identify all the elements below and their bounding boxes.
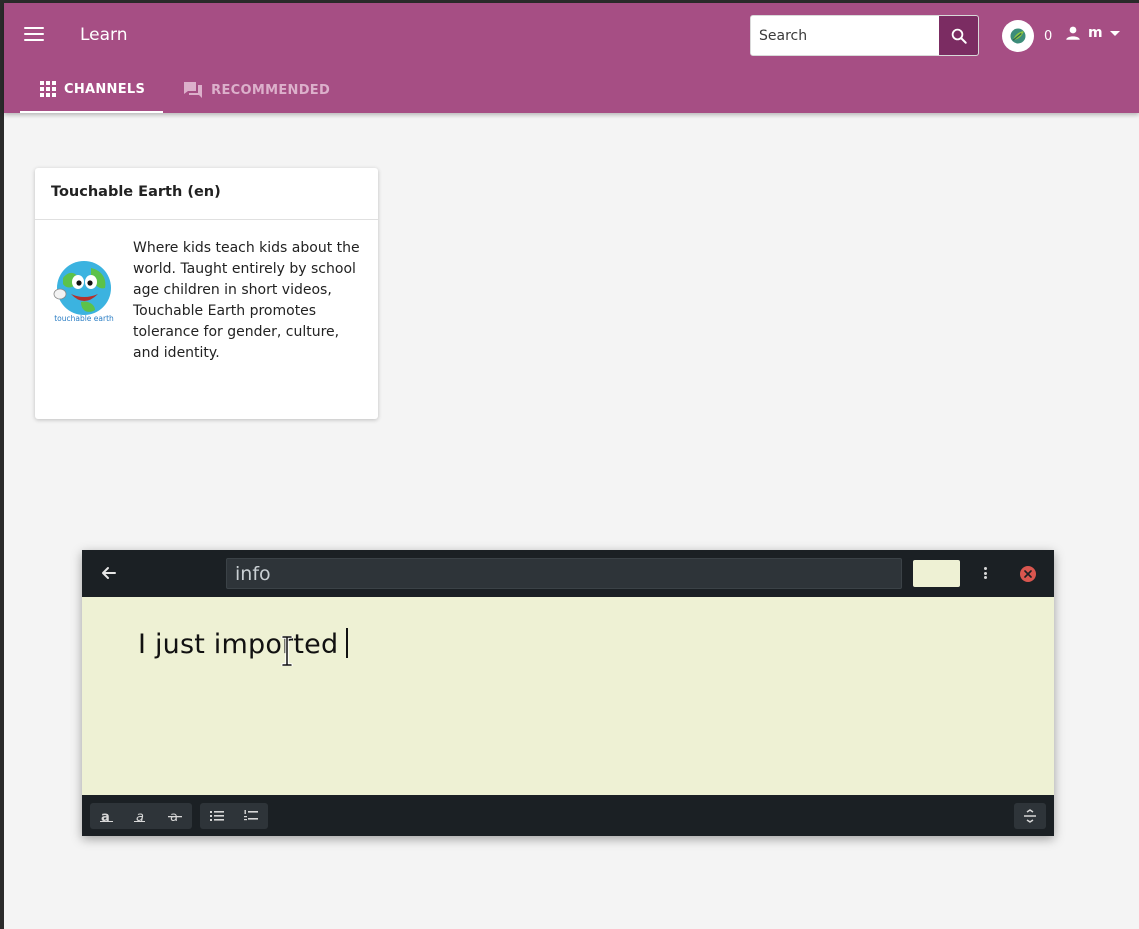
bold-button[interactable]: a <box>90 803 124 829</box>
points-icon <box>1002 20 1034 52</box>
person-icon <box>1066 26 1080 40</box>
svg-text:a: a <box>136 810 144 822</box>
tab-bar: CHANNELS RECOMMENDED <box>20 67 348 113</box>
italic-button[interactable]: a <box>124 803 158 829</box>
bullet-list-button[interactable] <box>200 803 234 829</box>
points-indicator[interactable]: 0 <box>1002 20 1052 52</box>
search-box <box>750 15 979 56</box>
more-options-icon[interactable] <box>982 564 988 582</box>
back-arrow-icon[interactable] <box>100 564 118 582</box>
note-header <box>82 550 1054 597</box>
channel-logo: touchable earth <box>51 258 117 326</box>
note-color-swatch[interactable] <box>913 560 960 587</box>
bold-icon: a <box>100 810 113 822</box>
note-title-field[interactable] <box>226 558 902 589</box>
user-name: m <box>1088 25 1103 41</box>
tab-label: RECOMMENDED <box>211 82 331 98</box>
leaf-icon <box>1010 28 1026 44</box>
tab-channels[interactable]: CHANNELS <box>20 67 164 113</box>
italic-icon: a <box>134 810 145 822</box>
text-caret <box>346 628 349 658</box>
tab-recommended[interactable]: RECOMMENDED <box>163 67 348 113</box>
channel-description: Where kids teach kids about the world. T… <box>133 240 360 361</box>
svg-text:a: a <box>101 810 110 822</box>
text-format-group: a a a <box>90 803 192 829</box>
points-count: 0 <box>1044 28 1053 44</box>
grid-icon <box>40 81 56 97</box>
page-title: Learn <box>80 25 128 45</box>
tab-label: CHANNELS <box>64 81 146 97</box>
bullet-list-icon <box>210 811 224 821</box>
app-bar: Learn 0 m CHANNELS RECOMMENDED <box>4 3 1139 113</box>
ibeam-cursor-icon <box>281 636 293 666</box>
user-menu[interactable]: m <box>1064 24 1120 42</box>
search-button[interactable] <box>939 16 978 55</box>
search-icon <box>951 28 967 44</box>
channel-title: Touchable Earth (en) <box>35 168 378 220</box>
note-text-area[interactable]: I just imported <box>138 628 349 660</box>
note-toolbar: a a a <box>82 795 1054 836</box>
channel-logo-text: touchable earth <box>54 314 114 323</box>
list-format-group <box>200 803 268 829</box>
strikethrough-icon: a <box>168 810 182 822</box>
numbered-list-icon <box>244 810 258 821</box>
sticky-note-window: I just imported a a a <box>82 550 1054 836</box>
chevron-down-icon <box>1109 30 1120 36</box>
forum-icon <box>183 81 203 99</box>
menu-icon[interactable] <box>24 27 44 43</box>
search-input[interactable] <box>751 16 940 55</box>
numbered-list-button[interactable] <box>234 803 268 829</box>
formatting-toggle-button[interactable] <box>1014 803 1046 829</box>
channel-card[interactable]: Touchable Earth (en) touchable earth Whe… <box>35 168 378 419</box>
close-icon[interactable] <box>1020 566 1036 582</box>
strikethrough-button[interactable]: a <box>158 803 192 829</box>
note-text: I just imported <box>138 629 339 660</box>
format-toggle-icon <box>1024 809 1036 823</box>
